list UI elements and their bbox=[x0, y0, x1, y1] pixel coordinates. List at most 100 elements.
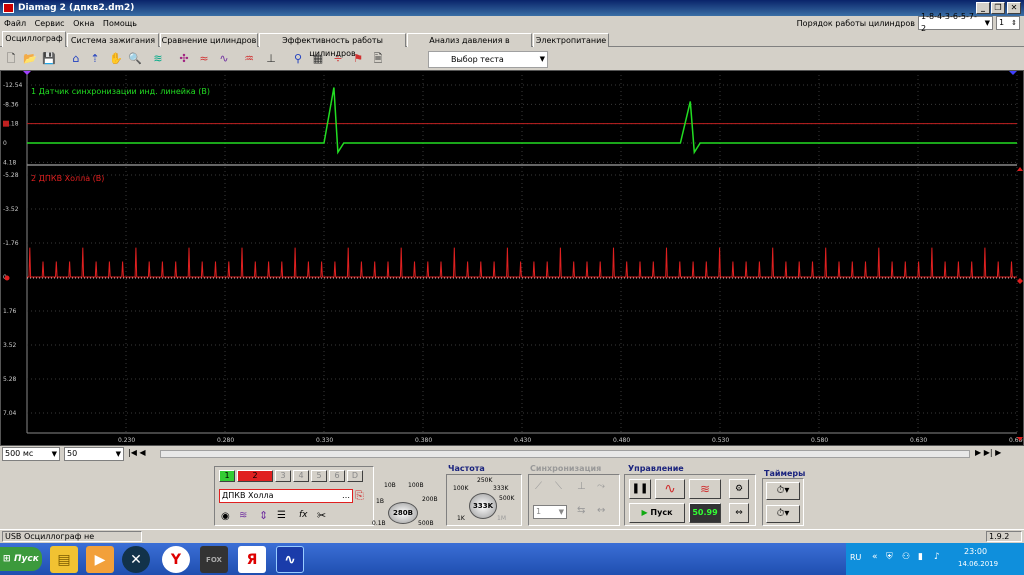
timers-group: ⏱▾ ⏱▾ bbox=[762, 478, 804, 526]
new-file-icon[interactable]: 🗋 bbox=[3, 51, 19, 67]
magnifier-icon[interactable]: 🔍 bbox=[127, 51, 143, 67]
marker-icon[interactable]: ⚑ bbox=[350, 51, 366, 67]
sweep-select[interactable]: 500 мс ▼ bbox=[2, 447, 60, 461]
eye-icon[interactable]: ◉ bbox=[221, 511, 230, 522]
tray-network-icon[interactable]: ▮ bbox=[918, 552, 923, 562]
pan-hand-icon[interactable]: ✋ bbox=[108, 51, 124, 67]
filter-icon[interactable]: ⚲ bbox=[290, 51, 306, 67]
zero-level-icon[interactable]: ⊥ bbox=[263, 51, 279, 67]
overlay-icon[interactable]: ≈ bbox=[196, 51, 212, 67]
channel-3-button[interactable]: 3 bbox=[275, 470, 291, 482]
media-player-icon[interactable]: ▶ bbox=[86, 546, 114, 573]
formula-icon[interactable]: fx bbox=[299, 510, 308, 520]
maximize-button[interactable]: ❐ bbox=[991, 2, 1005, 14]
report-icon[interactable]: 🗎 bbox=[370, 51, 386, 67]
wave-icon[interactable]: ♒ bbox=[241, 51, 257, 67]
cursor-icon[interactable]: ✣ bbox=[176, 51, 192, 67]
chevron-down-icon: ▼ bbox=[51, 450, 57, 458]
sync-title: Синхронизация bbox=[530, 464, 602, 473]
tray-usb-icon[interactable]: ⚇ bbox=[902, 552, 910, 562]
menu-help[interactable]: Помощь bbox=[103, 19, 137, 28]
open-folder-icon[interactable]: 📂 bbox=[22, 51, 38, 67]
timer1-button[interactable]: ⏱▾ bbox=[766, 482, 800, 500]
menu-service[interactable]: Сервис bbox=[35, 19, 65, 28]
cylinder-order-value: 1-8-4-3-6-5-7-2 bbox=[921, 12, 977, 33]
frequency-knob[interactable]: 333K bbox=[469, 493, 497, 519]
status-connection: USB Осциллограф не подключен bbox=[2, 531, 142, 550]
sync-auto-icon[interactable]: ⤳ bbox=[597, 481, 605, 492]
tab-cylinder-compare[interactable]: Сравнение цилиндров bbox=[160, 33, 258, 47]
title-bar: Diamag 2 (дпкв2.dm2) _ ❐ ✕ bbox=[0, 0, 1024, 16]
tray-volume-icon[interactable]: ♪ bbox=[934, 552, 940, 562]
channel2-waveform bbox=[27, 247, 1017, 278]
probe-icon[interactable]: ⎘ bbox=[355, 489, 364, 503]
zoom-y-icon[interactable]: ⇡ bbox=[87, 51, 103, 67]
fft-icon[interactable]: ∿ bbox=[216, 51, 232, 67]
app-icon bbox=[3, 3, 14, 13]
table-icon[interactable]: ▦ bbox=[310, 51, 326, 67]
horizontal-scrollbar[interactable] bbox=[160, 450, 970, 458]
sync-channel-select[interactable]: 1 ▼ bbox=[533, 505, 567, 519]
channel-6-button[interactable]: 6 bbox=[329, 470, 345, 482]
window-title: Diamag 2 (дпкв2.dm2) bbox=[18, 3, 135, 13]
channel-1-button[interactable]: 1 bbox=[219, 470, 235, 482]
auto-scale-icon[interactable]: ≋ bbox=[150, 51, 166, 67]
channel-5-button[interactable]: 5 bbox=[311, 470, 327, 482]
divide-icon[interactable]: ÷ bbox=[330, 51, 346, 67]
tab-pressure-analysis[interactable]: Анализ давления в цилиндре bbox=[407, 33, 532, 58]
language-indicator[interactable]: RU bbox=[850, 553, 861, 562]
channel-2-button[interactable]: 2 bbox=[237, 470, 273, 482]
invert-icon[interactable]: ⇕ bbox=[259, 509, 268, 522]
zoom-fit-icon[interactable]: ⌂ bbox=[68, 51, 84, 67]
wave-filter-icon[interactable]: ≋ bbox=[239, 510, 247, 521]
close-button[interactable]: ✕ bbox=[1007, 2, 1021, 14]
explorer-icon[interactable]: ▤ bbox=[50, 546, 78, 573]
system-tray: RU « ⛨ ⚇ ▮ ♪ 23:00 14.06.2019 bbox=[846, 543, 1024, 575]
fox-app-icon[interactable]: FOX bbox=[200, 546, 228, 573]
menu-windows[interactable]: Окна bbox=[73, 19, 94, 28]
tab-ignition[interactable]: Система зажигания bbox=[67, 33, 159, 47]
sync-shift-icon[interactable]: ⇆ bbox=[577, 505, 585, 516]
sine-mode-button[interactable]: ∿ bbox=[655, 479, 685, 499]
channel-d-button[interactable]: D bbox=[347, 470, 363, 482]
scroll-right-button[interactable]: ▶ ▶| ▶ bbox=[975, 448, 1001, 457]
diamag-taskbar-icon[interactable]: ∿ bbox=[276, 546, 304, 573]
sync-rise-icon[interactable]: ⟋ bbox=[535, 481, 542, 492]
tab-power[interactable]: Электропитание bbox=[533, 33, 609, 47]
channel-4-button[interactable]: 4 bbox=[293, 470, 309, 482]
menu-file[interactable]: Файл bbox=[4, 19, 26, 28]
frequency-group: 250K 100K 333K 500K 1K 1M 333K bbox=[446, 474, 522, 526]
count-select[interactable]: 50 ▼ bbox=[64, 447, 124, 461]
tab-oscilloscope[interactable]: Осциллограф bbox=[2, 31, 66, 47]
yandex-icon[interactable]: Я bbox=[238, 546, 266, 573]
cylinder-number-spinner[interactable]: 1 ⇕ bbox=[996, 16, 1020, 30]
x-app-icon[interactable]: ✕ bbox=[122, 546, 150, 573]
start-button[interactable]: ▶ Пуск bbox=[629, 503, 685, 523]
control-title: Управление bbox=[628, 464, 684, 473]
channel-name-input[interactable]: ДПКВ Холла… bbox=[219, 489, 353, 503]
sync-level-icon[interactable]: ⊥ bbox=[577, 481, 586, 492]
auto-sync-button[interactable]: ⇔ bbox=[729, 503, 749, 523]
tray-shield-icon[interactable]: ⛨ bbox=[886, 552, 893, 562]
lines-icon[interactable]: ☰ bbox=[277, 510, 286, 521]
tab-cylinder-efficiency[interactable]: Эффективность работы цилиндров bbox=[259, 33, 406, 58]
tools-icon[interactable]: ✂ bbox=[317, 509, 326, 522]
range-knob[interactable]: 280В bbox=[388, 502, 418, 524]
test-select[interactable]: Выбор теста ▼ bbox=[428, 51, 548, 68]
sync-center-icon[interactable]: ↔ bbox=[597, 505, 605, 516]
cylinder-order-select[interactable]: 1-8-4-3-6-5-7-2 ▼ bbox=[918, 12, 993, 33]
scroll-left-button[interactable]: |◀ ◀ bbox=[128, 448, 146, 457]
pause-button[interactable]: ❚❚ bbox=[629, 479, 651, 499]
start-menu-button[interactable]: ⊞ Пуск bbox=[0, 547, 42, 571]
yandex-browser-icon[interactable]: Y bbox=[162, 546, 190, 573]
sync-fall-icon[interactable]: ⟍ bbox=[555, 481, 562, 492]
range-label-500v: 500В bbox=[418, 520, 434, 527]
timer2-button[interactable]: ⏱▾ bbox=[766, 505, 800, 523]
tray-arrow-icon[interactable]: « bbox=[872, 552, 878, 562]
channel-group: 1 2 3 4 5 6 D ДПКВ Холла … ⎘ ◉ ≋ ⇕ ☰ fx ✂ bbox=[214, 466, 374, 526]
oscilloscope-view[interactable]: 0.230 0.280 0.330 0.380 0.430 0.480 0.530 0.580… bbox=[0, 70, 1024, 446]
save-icon[interactable]: 💾 bbox=[41, 51, 57, 67]
ellipsis-icon: … bbox=[342, 491, 350, 500]
noise-mode-button[interactable]: ≋ bbox=[689, 479, 721, 499]
auto-button[interactable]: ⚙ bbox=[729, 479, 749, 499]
